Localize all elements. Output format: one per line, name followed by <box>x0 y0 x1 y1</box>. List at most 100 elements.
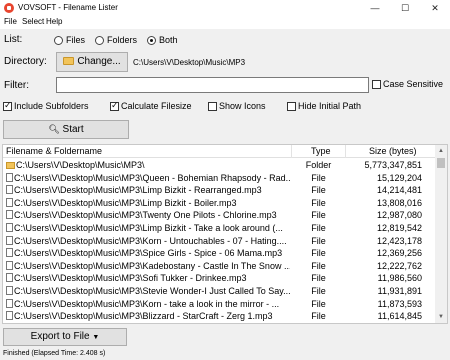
file-icon <box>6 223 13 232</box>
include-subfolders-label[interactable]: Include Subfolders <box>14 101 89 111</box>
filename-cell: C:\Users\V\Desktop\Music\MP3\Limp Bizkit… <box>6 197 290 209</box>
table-row[interactable]: C:\Users\V\Desktop\Music\MP3\Limp Bizkit… <box>3 184 435 196</box>
file-icon <box>6 286 13 295</box>
filename-text: C:\Users\V\Desktop\Music\MP3\Sofi Tukker… <box>14 273 247 284</box>
table-row[interactable]: C:\Users\V\Desktop\Music\MP3\ Folder 5,773… <box>3 159 435 171</box>
scroll-down-icon[interactable]: ▼ <box>435 311 447 323</box>
export-to-file-button[interactable]: Export to File ▼ <box>3 328 127 346</box>
case-sensitive-checkbox[interactable] <box>372 80 381 89</box>
column-divider[interactable] <box>291 145 292 158</box>
file-icon <box>6 197 13 207</box>
app-logo-icon <box>4 3 14 13</box>
scroll-thumb[interactable] <box>437 158 445 168</box>
export-button-label: Export to File <box>30 331 90 342</box>
filename-cell: C:\Users\V\Desktop\Music\MP3\Twenty One … <box>6 209 290 221</box>
table-row[interactable]: C:\Users\V\Desktop\Music\MP3\Stevie Wond… <box>3 285 435 297</box>
hide-initial-path-checkbox[interactable] <box>287 102 296 111</box>
size-cell: 13,808,016 <box>376 197 422 208</box>
type-cell: File <box>311 286 326 296</box>
folders-radio-label[interactable]: Folders <box>107 35 137 45</box>
minimize-button[interactable]: — <box>360 0 390 16</box>
table-row[interactable]: C:\Users\V\Desktop\Music\MP3\Limp Bizkit… <box>3 222 435 234</box>
filename-text: C:\Users\V\Desktop\Music\MP3\Limp Bizkit… <box>14 185 262 196</box>
status-bar: Finished (Elapsed Time: 2.408 s) <box>0 349 450 360</box>
menu-select[interactable]: Select <box>22 17 44 26</box>
close-button[interactable]: ✕ <box>420 0 450 16</box>
column-header-filename[interactable]: Filename & Foldername <box>6 146 102 156</box>
vertical-scrollbar[interactable]: ▲ ▼ <box>435 145 447 323</box>
filename-cell: C:\Users\V\Desktop\Music\MP3\Korn - Unto… <box>6 235 290 247</box>
filename-cell: C:\Users\V\Desktop\Music\MP3\Limp Bizkit… <box>6 222 290 234</box>
list-header: Filename & Foldername Type Size (bytes) <box>3 145 435 158</box>
folder-icon <box>6 162 15 169</box>
start-button-label: Start <box>62 124 84 135</box>
type-cell: File <box>311 273 326 284</box>
both-radio[interactable] <box>147 36 156 45</box>
type-cell: File <box>311 197 326 208</box>
file-list[interactable]: Filename & Foldername Type Size (bytes) … <box>2 144 448 324</box>
filename-text: C:\Users\V\Desktop\Music\MP3\Spice Girls… <box>14 248 283 259</box>
table-row[interactable]: C:\Users\V\Desktop\Music\MP3\Sofi Tukker… <box>3 272 435 284</box>
table-row[interactable]: C:\Users\V\Desktop\Music\MP3\Blizzard - … <box>3 310 435 322</box>
search-icon: 🔍︎ <box>48 124 60 134</box>
type-cell: File <box>311 311 326 322</box>
filter-input[interactable] <box>56 77 369 93</box>
column-header-size[interactable]: Size (bytes) <box>369 146 417 156</box>
change-button-label: Change... <box>77 56 121 67</box>
type-cell: File <box>311 298 326 309</box>
table-row[interactable]: C:\Users\V\Desktop\Music\MP3\Korn - Unto… <box>3 235 435 247</box>
start-button[interactable]: 🔍︎ Start <box>3 120 129 139</box>
table-row[interactable]: C:\Users\V\Desktop\Music\MP3\Kadebostany… <box>3 260 435 272</box>
column-header-type[interactable]: Type <box>311 146 331 156</box>
include-subfolders-checkbox[interactable] <box>3 100 12 111</box>
file-icon <box>6 210 13 220</box>
files-radio[interactable] <box>54 36 63 45</box>
type-cell: File <box>311 172 326 183</box>
change-directory-button[interactable]: Change... <box>56 52 128 72</box>
file-icon <box>6 298 13 308</box>
table-row[interactable]: C:\Users\V\Desktop\Music\MP3\Queen - Boh… <box>3 172 435 184</box>
filename-cell: C:\Users\V\Desktop\Music\MP3\Spice Girls… <box>6 247 290 259</box>
table-row[interactable]: C:\Users\V\Desktop\Music\MP3\Limp Bizkit… <box>3 197 435 209</box>
menu-help[interactable]: Help <box>46 17 62 26</box>
filename-cell: C:\Users\V\Desktop\Music\MP3\Kadebostany… <box>6 260 290 272</box>
files-radio-label[interactable]: Files <box>66 35 85 45</box>
size-cell: 11,986,560 <box>377 273 422 284</box>
folders-radio[interactable] <box>95 36 104 45</box>
file-icon <box>6 185 13 195</box>
table-row[interactable]: C:\Users\V\Desktop\Music\MP3\Korn - take… <box>3 298 435 310</box>
calculate-filesize-label[interactable]: Calculate Filesize <box>121 101 192 111</box>
hide-initial-path-label[interactable]: Hide Initial Path <box>298 101 361 111</box>
menu-file[interactable]: File <box>4 17 17 26</box>
file-icon <box>6 311 13 321</box>
filename-text: C:\Users\V\Desktop\Music\MP3\Korn - take… <box>14 298 280 309</box>
file-icon <box>6 235 13 245</box>
file-icon <box>6 273 13 283</box>
case-sensitive-label[interactable]: Case Sensitive <box>383 79 443 89</box>
show-icons-label[interactable]: Show Icons <box>219 101 266 111</box>
filename-text: C:\Users\V\Desktop\Music\MP3\Stevie Wond… <box>14 286 290 296</box>
show-icons-checkbox[interactable] <box>208 102 217 111</box>
filename-text: C:\Users\V\Desktop\Music\MP3\Twenty One … <box>14 210 277 221</box>
menu-bar: File Select Help <box>0 16 450 29</box>
filename-text: C:\Users\V\Desktop\Music\MP3\Limp Bizkit… <box>14 197 237 208</box>
status-text: Finished (Elapsed Time: 2.408 s) <box>3 350 106 357</box>
column-divider[interactable] <box>345 145 346 158</box>
table-row[interactable]: C:\Users\V\Desktop\Music\MP3\Spice Girls… <box>3 247 435 259</box>
calculate-filesize-checkbox[interactable] <box>110 100 119 111</box>
filename-cell: C:\Users\V\Desktop\Music\MP3\Stevie Wond… <box>6 285 290 297</box>
filename-cell: C:\Users\V\Desktop\Music\MP3\Korn - take… <box>6 298 290 310</box>
type-cell: Folder <box>305 160 332 170</box>
table-row[interactable]: C:\Users\V\Desktop\Music\MP3\Twenty One … <box>3 209 435 221</box>
scroll-up-icon[interactable]: ▲ <box>435 145 447 157</box>
title-bar[interactable]: VOVSOFT - Filename Lister — ☐ ✕ <box>0 0 450 16</box>
filename-text: C:\Users\V\Desktop\Music\MP3\Queen - Boh… <box>14 172 290 183</box>
file-icon <box>6 172 13 182</box>
maximize-button[interactable]: ☐ <box>390 0 420 16</box>
dropdown-arrow-icon: ▼ <box>92 334 100 341</box>
folder-icon <box>63 57 75 65</box>
both-radio-label[interactable]: Both <box>159 35 178 45</box>
type-cell: File <box>311 235 326 246</box>
size-cell: 12,369,256 <box>376 248 422 259</box>
filename-text: C:\Users\V\Desktop\Music\MP3\Blizzard - … <box>14 311 273 322</box>
